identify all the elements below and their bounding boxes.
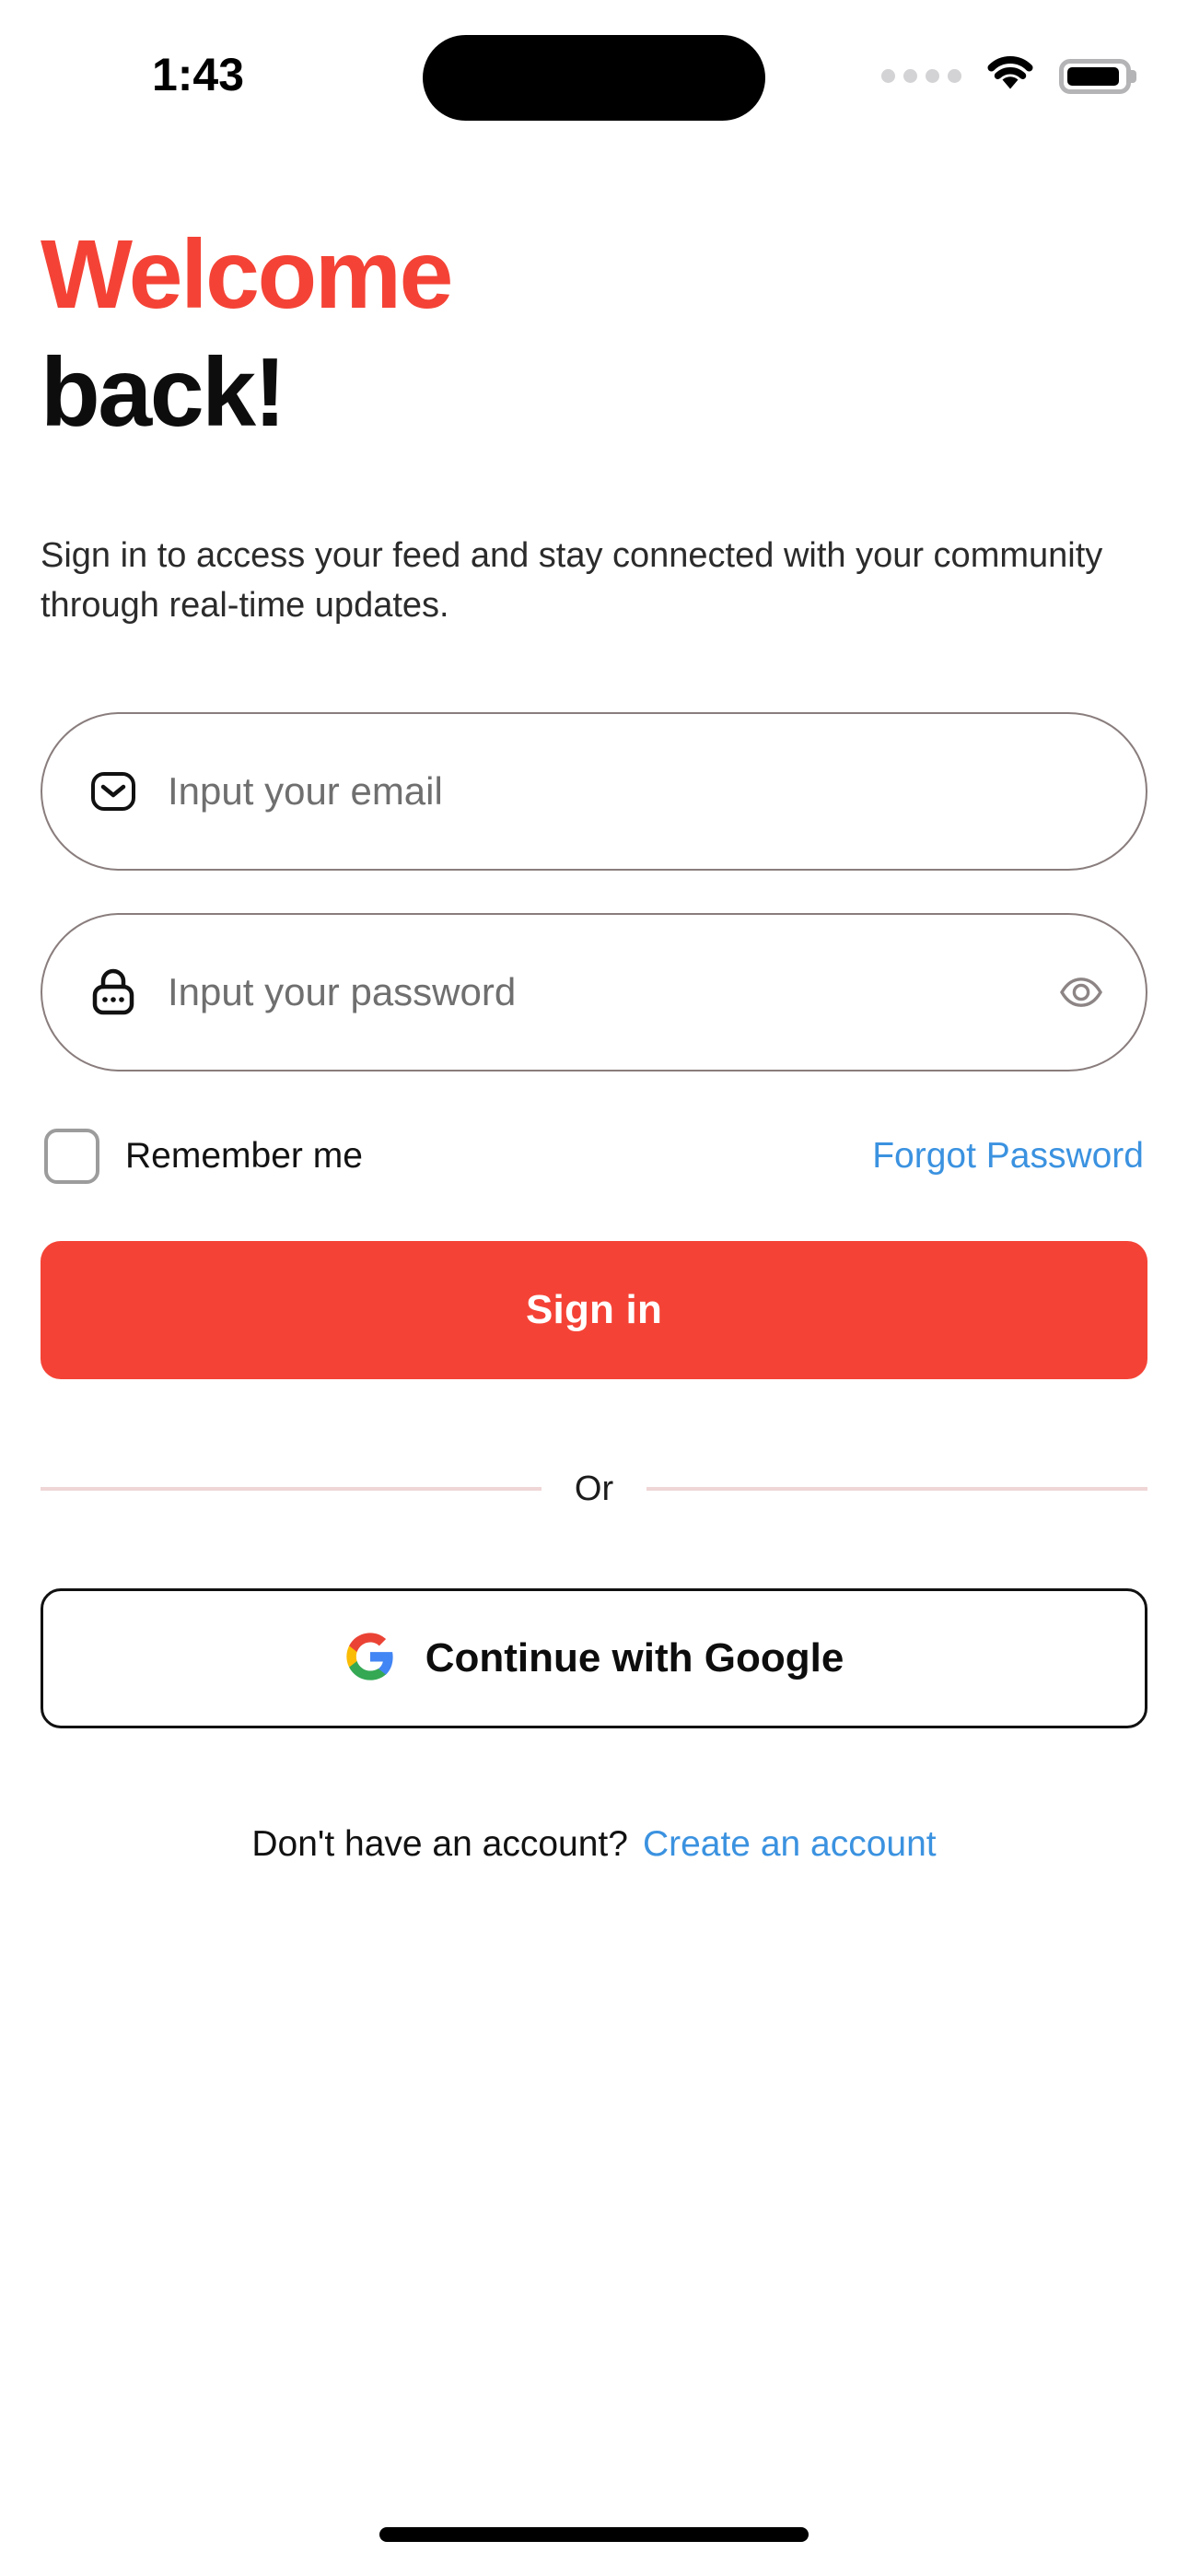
sign-in-button[interactable]: Sign in bbox=[41, 1240, 1147, 1379]
lock-icon bbox=[87, 966, 140, 1019]
status-bar: 1:43 bbox=[0, 0, 1188, 147]
page-title: Welcome back! bbox=[41, 226, 1147, 441]
eye-icon[interactable] bbox=[1054, 965, 1109, 1020]
divider-label: Or bbox=[574, 1469, 614, 1508]
envelope-icon bbox=[87, 765, 140, 818]
forgot-password-link[interactable]: Forgot Password bbox=[872, 1136, 1144, 1177]
or-divider: Or bbox=[41, 1469, 1147, 1509]
status-bar-indicators bbox=[881, 55, 1131, 97]
signup-prompt-row: Don't have an account? Create an account bbox=[41, 1824, 1147, 1865]
create-account-link[interactable]: Create an account bbox=[643, 1824, 937, 1865]
password-field-wrapper[interactable] bbox=[41, 912, 1147, 1071]
page-title-line-2: back! bbox=[41, 338, 286, 447]
password-input[interactable] bbox=[168, 969, 1054, 1014]
google-button-label: Continue with Google bbox=[425, 1634, 844, 1680]
email-input[interactable] bbox=[168, 768, 1109, 814]
status-bar-time: 1:43 bbox=[151, 49, 245, 100]
remember-me-checkbox[interactable] bbox=[44, 1128, 99, 1184]
google-g-icon bbox=[344, 1631, 396, 1685]
continue-with-google-button[interactable]: Continue with Google bbox=[41, 1587, 1147, 1728]
dynamic-island bbox=[423, 35, 765, 121]
home-indicator[interactable] bbox=[379, 2527, 809, 2542]
page-title-line-1: Welcome bbox=[41, 220, 453, 329]
divider-line-left bbox=[41, 1487, 542, 1492]
main-content: Welcome back! Sign in to access your fee… bbox=[0, 147, 1188, 2493]
signal-dots-icon bbox=[881, 69, 961, 83]
form-options-row: Remember me Forgot Password bbox=[41, 1128, 1147, 1184]
email-field-wrapper[interactable] bbox=[41, 711, 1147, 871]
home-indicator-area bbox=[0, 2493, 1188, 2576]
divider-line-right bbox=[646, 1487, 1147, 1492]
signup-prompt-text: Don't have an account? bbox=[251, 1823, 628, 1864]
page-subtitle: Sign in to access your feed and stay con… bbox=[41, 536, 1103, 625]
battery-icon bbox=[1059, 58, 1131, 94]
login-screen: 1:43 Welcome back! Sign in to access you… bbox=[0, 0, 1188, 2576]
wifi-icon bbox=[985, 55, 1035, 97]
remember-me-label: Remember me bbox=[125, 1135, 363, 1176]
remember-me-control[interactable]: Remember me bbox=[44, 1128, 363, 1184]
